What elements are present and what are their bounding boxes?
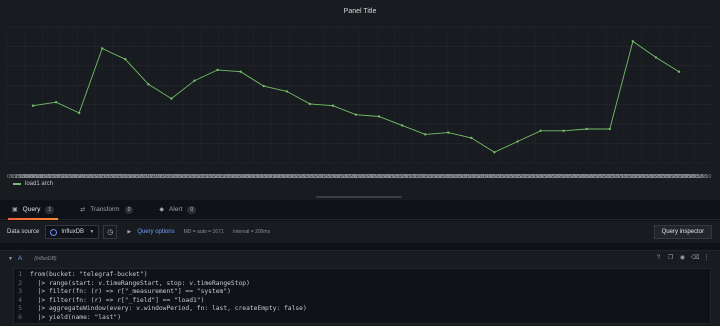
duplicate-icon[interactable]: ❐ xyxy=(667,255,674,262)
code-text[interactable]: from(bucket: "telegraf-bucket") xyxy=(30,271,148,280)
x-tick-label: 22:50:50 xyxy=(690,174,711,180)
data-point[interactable] xyxy=(562,129,565,132)
data-point[interactable] xyxy=(493,151,496,154)
tab-transform-count: 0 xyxy=(124,205,134,214)
query-options-label: Query options xyxy=(137,229,175,235)
data-point[interactable] xyxy=(77,111,81,115)
query-history-button[interactable]: ◷ xyxy=(103,225,118,239)
code-text[interactable]: |> yield(name: "last") xyxy=(30,314,121,323)
query-row-actions: ? ❐ ◉ ⌫ ⋮ xyxy=(650,255,710,262)
data-point[interactable] xyxy=(331,104,335,107)
data-point[interactable] xyxy=(539,129,542,132)
influxdb-logo-icon xyxy=(50,228,58,236)
code-line[interactable]: 1 from(bucket: "telegraf-bucket") xyxy=(14,271,710,280)
max-data-points-text: MD = auto = 1671 xyxy=(183,229,224,235)
data-point[interactable] xyxy=(54,100,58,104)
chevron-right-icon: ▶ xyxy=(127,229,132,235)
query-row: ▼ A (InfluxDB) ? ❐ ◉ ⌫ ⋮ 1 from(bucket: "… xyxy=(0,250,720,326)
query-row-header[interactable]: ▼ A (InfluxDB) xyxy=(0,251,720,266)
query-options-meta: MD = auto = 1671 Interval = 200ms xyxy=(184,229,279,235)
data-point[interactable] xyxy=(193,79,196,82)
data-point[interactable] xyxy=(400,124,404,127)
code-line[interactable]: 5 |> aggregateWindow(every: v.windowPeri… xyxy=(14,305,710,314)
data-point[interactable] xyxy=(31,104,35,107)
data-point[interactable] xyxy=(585,127,588,131)
data-point[interactable] xyxy=(631,40,635,43)
code-line[interactable]: 4 |> filter(fn: (r) => r["_field"] == "l… xyxy=(14,297,710,306)
datasource-value: InfluxDB xyxy=(61,229,85,235)
line-number: 5 xyxy=(18,305,22,313)
data-point[interactable] xyxy=(470,136,473,140)
legend[interactable]: load1 arch xyxy=(13,181,53,187)
tab-alert-label: Alert xyxy=(168,206,183,213)
help-icon[interactable]: ? xyxy=(655,255,662,262)
data-point[interactable] xyxy=(377,115,381,118)
data-point[interactable] xyxy=(285,90,288,93)
data-point[interactable] xyxy=(447,131,450,134)
data-point[interactable] xyxy=(308,102,312,106)
line-number: 6 xyxy=(18,313,22,321)
chevron-down-icon: ▼ xyxy=(89,229,95,235)
datasource-label: Data source xyxy=(7,229,40,235)
database-icon: ▣ xyxy=(12,207,18,213)
line-number: 1 xyxy=(18,271,22,278)
panel-resize-handle[interactable] xyxy=(316,196,402,198)
code-text[interactable]: |> range(start: v.timeRangeStart, stop: … xyxy=(30,280,250,289)
eye-icon[interactable]: ◉ xyxy=(679,255,686,262)
chevron-down-icon[interactable]: ▼ xyxy=(8,256,13,262)
data-point[interactable] xyxy=(516,140,519,143)
tab-alert[interactable]: ◆ Alert 0 xyxy=(155,200,200,220)
code-text[interactable]: |> filter(fn: (r) => r["_field"] == "loa… xyxy=(30,297,205,306)
transform-icon: ⇄ xyxy=(80,207,86,213)
interval-text: Interval = 200ms xyxy=(233,229,271,235)
query-options-toggle[interactable]: ▶ Query options MD = auto = 1671 Interva… xyxy=(127,229,278,235)
data-point[interactable] xyxy=(239,70,242,73)
data-point[interactable] xyxy=(354,113,358,116)
data-point[interactable] xyxy=(654,56,658,59)
data-point[interactable] xyxy=(608,127,611,131)
data-point[interactable] xyxy=(424,133,427,136)
flux-query-editor[interactable]: 1 from(bucket: "telegraf-bucket") 2 |> ran… xyxy=(13,268,711,324)
tab-query-count: 1 xyxy=(45,205,55,214)
tab-query[interactable]: ▣ Query 1 xyxy=(8,200,59,220)
line-number: 3 xyxy=(18,288,22,296)
legend-swatch xyxy=(13,183,21,185)
code-text[interactable]: |> filter(fn: (r) => r["_measurement"] =… xyxy=(30,288,231,297)
data-point[interactable] xyxy=(101,47,104,50)
tab-transform[interactable]: ⇄ Transform 0 xyxy=(76,200,137,220)
query-inspector-button[interactable]: Query inspector xyxy=(653,225,712,239)
data-point[interactable] xyxy=(262,84,265,88)
editor-tabs: ▣ Query 1 ⇄ Transform 0 ◆ Alert 0 xyxy=(0,200,720,220)
trash-icon[interactable]: ⌫ xyxy=(691,255,699,262)
line-number: 4 xyxy=(18,296,22,304)
data-point[interactable] xyxy=(170,97,173,100)
code-text[interactable]: |> aggregateWindow(every: v.windowPeriod… xyxy=(30,305,307,314)
drag-handle-icon[interactable]: ⋮ xyxy=(703,255,710,262)
code-line[interactable]: 6 |> yield(name: "last") xyxy=(14,314,710,323)
time-series-chart[interactable]: 09:25:5009:30:5009:35:5009:40:5009:45:50… xyxy=(0,0,720,200)
data-point[interactable] xyxy=(124,58,127,61)
tab-alert-count: 0 xyxy=(187,205,197,214)
code-line[interactable]: 2 |> range(start: v.timeRangeStart, stop… xyxy=(14,280,710,289)
data-point[interactable] xyxy=(677,70,681,73)
data-point[interactable] xyxy=(147,83,150,86)
series-line-load1[interactable] xyxy=(32,40,680,153)
tab-transform-label: Transform xyxy=(90,206,120,213)
tab-query-label: Query xyxy=(22,206,41,213)
panel: Panel Title 09:25:50 09:30:50 09:35:50 09:4… xyxy=(0,0,720,200)
code-line[interactable]: 3 |> filter(fn: (r) => r["_measurement"]… xyxy=(14,288,710,297)
query-ref-id[interactable]: A xyxy=(18,255,22,262)
query-datasource-hint: (InfluxDB) xyxy=(34,255,57,262)
bell-icon: ◆ xyxy=(159,207,164,213)
legend-label[interactable]: load1 arch xyxy=(25,181,53,187)
datasource-picker[interactable]: InfluxDB ▼ xyxy=(45,225,100,239)
clock-icon: ◷ xyxy=(107,229,114,236)
line-number: 2 xyxy=(18,279,22,287)
query-toolbar: Data source InfluxDB ▼ ◷ ▶ Query options… xyxy=(0,221,720,243)
data-point[interactable] xyxy=(216,68,219,72)
